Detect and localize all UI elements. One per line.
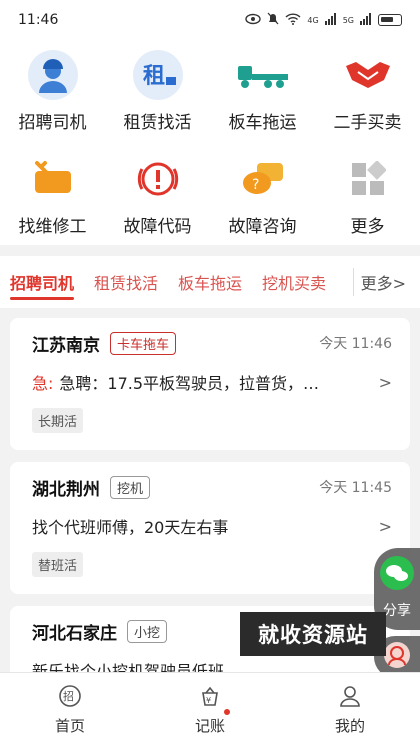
nav-label: 我的: [334, 717, 365, 735]
nav-label: 记账: [194, 717, 225, 735]
home-icon: 招: [59, 685, 81, 711]
svg-text:招: 招: [63, 689, 74, 703]
grid-item-fault-code[interactable]: 故障代码: [105, 152, 210, 237]
svg-text:租: 租: [143, 64, 165, 89]
job-time: 今天 11:45: [319, 480, 392, 496]
repair-icon: [26, 152, 80, 206]
grid-item-second-hand[interactable]: 二手买卖: [315, 48, 420, 133]
urgent-label: 急:: [32, 374, 54, 393]
category-tabs: 招聘司机 租赁找活 板车拖运 挖机买卖 更多>: [0, 256, 420, 308]
consult-icon: ?: [236, 152, 290, 206]
status-bar: 11:46 4G 5G: [0, 0, 420, 40]
svg-text:?: ?: [252, 177, 259, 193]
nav-home[interactable]: 招 首页: [0, 673, 140, 746]
tab-more[interactable]: 更多>: [361, 256, 406, 308]
tab-excavator-trade[interactable]: 挖机买卖: [262, 256, 326, 308]
job-tag: 挖机: [110, 475, 151, 499]
grid-item-label: 租赁找活: [123, 113, 192, 133]
grid-item-label: 找维修工: [18, 217, 87, 237]
job-text: 急聘：17.5平板驾驶员，拉普货，…: [59, 374, 320, 393]
job-city: 湖北荆州: [32, 479, 100, 500]
job-term-badge: 长期活: [32, 408, 84, 433]
battery-icon: [378, 14, 402, 26]
grid-item-label: 招聘司机: [18, 113, 87, 133]
nav-profile[interactable]: 我的: [280, 673, 420, 746]
grid-item-more[interactable]: 更多: [315, 152, 420, 237]
handshake-icon: [341, 48, 395, 102]
tab-recruit-driver[interactable]: 招聘司机: [10, 256, 75, 308]
bottom-nav: 招 首页 ¥ 记账 我的: [0, 672, 420, 746]
job-card[interactable]: 湖北荆州 挖机 今天 11:45 找个代班师傅，20天左右事 > 替班活: [10, 462, 410, 594]
watermark-label: 就收资源站: [240, 612, 386, 656]
profile-icon: [339, 685, 361, 711]
tab-rental[interactable]: 租赁找活: [94, 256, 158, 308]
job-card-header: 湖北荆州 挖机 今天 11:45: [32, 475, 392, 500]
grid-item-label: 故障代码: [123, 217, 192, 237]
support-avatar-icon: [383, 641, 411, 673]
mute-bell-icon: [267, 12, 279, 28]
chevron-right-icon: >: [378, 372, 392, 392]
grid-item-recruit-driver[interactable]: 招聘司机: [0, 48, 105, 133]
job-tag: 卡车拖车: [110, 331, 177, 355]
job-time: 今天 11:46: [319, 336, 392, 352]
job-tag: 小挖: [127, 619, 168, 643]
network-5g-label: 5G: [342, 15, 354, 25]
wechat-icon: [380, 556, 414, 594]
status-icons: 4G 5G: [245, 12, 402, 28]
network-4g-label: 4G: [307, 15, 319, 25]
svg-text:¥: ¥: [206, 696, 211, 705]
ledger-icon: ¥: [199, 685, 221, 711]
signal-icon-2: [360, 12, 372, 28]
job-card[interactable]: 江苏南京 卡车拖车 今天 11:46 急: 急聘：17.5平板驾驶员，拉普货，……: [10, 318, 410, 450]
eye-icon: [245, 13, 262, 28]
tab-divider: [353, 268, 354, 296]
nav-ledger[interactable]: ¥ 记账: [140, 673, 280, 746]
grid-item-label: 更多: [350, 217, 385, 237]
signal-icon: [324, 12, 337, 28]
share-label: 分享: [383, 603, 411, 619]
job-summary: 找个代班师傅，20天左右事 >: [32, 514, 392, 538]
job-city: 江苏南京: [32, 335, 100, 356]
grid-item-label: 板车拖运: [228, 113, 297, 133]
more-grid-icon: [341, 152, 395, 206]
status-time: 11:46: [18, 12, 59, 28]
grid-item-consult[interactable]: ? 故障咨询: [210, 152, 315, 237]
grid-item-label: 二手买卖: [333, 113, 402, 133]
tab-flatbed[interactable]: 板车拖运: [178, 256, 242, 308]
job-text: 找个代班师傅，20天左右事: [32, 518, 229, 537]
job-summary: 急: 急聘：17.5平板驾驶员，拉普货，… >: [32, 370, 392, 394]
notification-dot: [224, 709, 230, 715]
function-grid: 招聘司机 租 租赁找活 板车拖运 二手买卖 找维修工 故障代码 ? 故障咨询 更…: [0, 40, 420, 245]
flatbed-truck-icon: [236, 48, 290, 102]
job-card-header: 江苏南京 卡车拖车 今天 11:46: [32, 331, 392, 356]
fault-code-icon: [131, 152, 185, 206]
job-city: 河北石家庄: [32, 623, 117, 644]
chevron-right-icon: >: [378, 516, 392, 536]
grid-item-repair[interactable]: 找维修工: [0, 152, 105, 237]
job-term-badge: 替班活: [32, 552, 84, 577]
nav-label: 首页: [54, 717, 85, 735]
wifi-icon: [285, 12, 301, 28]
grid-item-rental[interactable]: 租 租赁找活: [105, 48, 210, 133]
rental-icon: 租: [131, 48, 185, 102]
driver-avatar-icon: [26, 48, 80, 102]
grid-item-label: 故障咨询: [228, 217, 297, 237]
grid-item-flatbed[interactable]: 板车拖运: [210, 48, 315, 133]
